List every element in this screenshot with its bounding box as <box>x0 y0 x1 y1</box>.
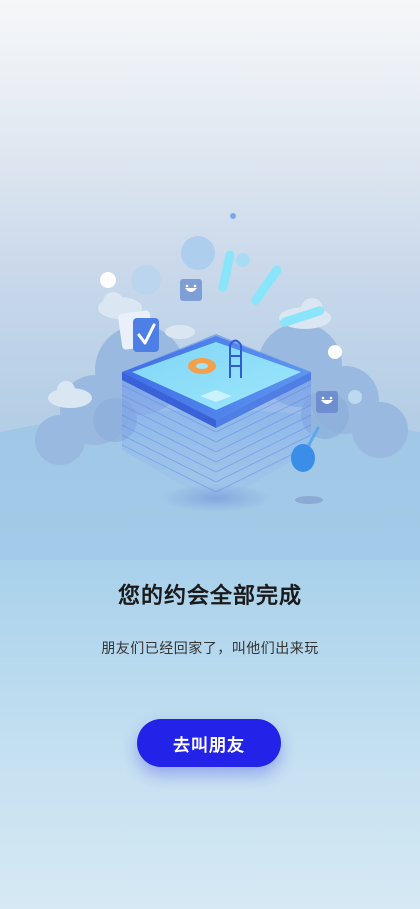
invite-friends-button[interactable]: 去叫朋友 <box>137 719 281 767</box>
checkmark-icon <box>118 310 159 352</box>
smiley-face-icon <box>180 279 202 301</box>
empty-state-subtitle: 朋友们已经回家了，叫他们出来玩 <box>101 641 319 657</box>
empty-state-title: 您的约会全部完成 <box>117 584 302 609</box>
empty-pool-illustration <box>0 213 420 560</box>
empty-state-screen: 您的约会全部完成 朋友们已经回家了，叫他们出来玩 去叫朋友 <box>0 0 420 909</box>
smiley-face-icon <box>316 391 338 413</box>
